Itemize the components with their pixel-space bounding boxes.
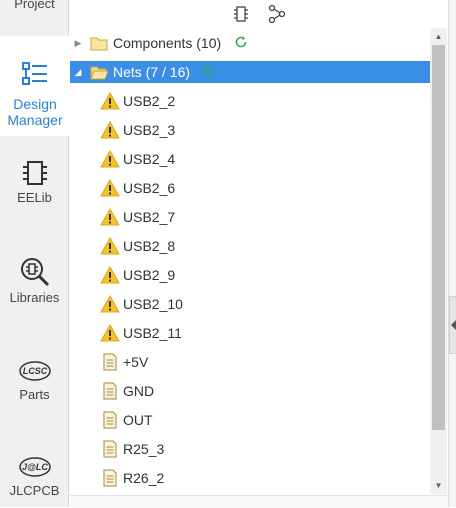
sidebar-item-libraries[interactable]: Libraries: [0, 250, 69, 310]
net-list-item[interactable]: USB2_8: [70, 235, 430, 257]
warning-icon: [100, 266, 120, 284]
tree-node-nets[interactable]: ◢ Nets (7 / 16): [70, 61, 430, 83]
net-list-item[interactable]: +5V: [70, 351, 430, 373]
open-folder-icon: [90, 66, 108, 80]
collapse-caret-icon[interactable]: ◢: [72, 61, 84, 83]
expand-caret-icon[interactable]: ▶: [72, 32, 84, 54]
sidebar-item-label: Project: [14, 0, 55, 11]
left-sidebar: Project Design Manager EELib Libraries L…: [0, 0, 71, 507]
net-item-label: R26_2: [123, 470, 165, 486]
net-item-label: USB2_6: [123, 180, 176, 196]
warning-icon: [100, 208, 120, 226]
scrollbar-thumb[interactable]: [432, 45, 445, 430]
net-item-label: USB2_2: [123, 93, 176, 109]
scroll-down-arrow-icon[interactable]: ▼: [430, 477, 447, 494]
warning-icon: [100, 179, 120, 197]
net-item-label: USB2_9: [123, 267, 176, 283]
jlc-icon: J@LC: [18, 457, 51, 477]
warning-icon: [100, 121, 120, 139]
net-list-item[interactable]: USB2_6: [70, 177, 430, 199]
net-list-item[interactable]: R25_3: [70, 438, 430, 460]
net-document-icon: [103, 382, 117, 400]
component-icon: [234, 6, 248, 22]
sidebar-item-label: Parts: [19, 387, 50, 402]
net-item-label: USB2_3: [123, 122, 176, 138]
refresh-icon[interactable]: [234, 35, 248, 49]
net-list-item[interactable]: USB2_4: [70, 148, 430, 170]
net-list-item[interactable]: OUT: [70, 409, 430, 431]
sidebar-item-label: Design Manager: [7, 96, 63, 128]
net-list-item[interactable]: USB2_7: [70, 206, 430, 228]
sidebar-item-jlcpcb[interactable]: J@LC JLCPCB: [0, 455, 69, 507]
net-item-label: GND: [123, 383, 155, 399]
component-filter-button[interactable]: [230, 3, 252, 25]
svg-text:J@LC: J@LC: [22, 462, 48, 472]
warning-icon: [100, 92, 120, 110]
net-icon: [268, 4, 286, 24]
net-document-icon: [103, 353, 117, 371]
collapse-panel-button[interactable]: [449, 296, 456, 354]
net-list-item[interactable]: USB2_10: [70, 293, 430, 315]
panel-toolbar: [70, 0, 450, 28]
sidebar-item-design-manager[interactable]: Design Manager: [0, 36, 71, 136]
net-list-item[interactable]: USB2_11: [70, 322, 430, 344]
net-list-item[interactable]: USB2_2: [70, 90, 430, 112]
net-item-label: USB2_7: [123, 209, 176, 225]
sidebar-item-label: JLCPCB: [9, 483, 60, 498]
net-item-label: OUT: [123, 412, 153, 428]
warning-icon: [100, 237, 120, 255]
tree-node-components[interactable]: ▶ Components (10): [70, 32, 430, 54]
warning-icon: [100, 150, 120, 168]
tree-node-label: Components (10): [113, 35, 222, 51]
sidebar-item-parts[interactable]: LCSC Parts: [0, 355, 69, 407]
lcsc-icon: LCSC: [18, 361, 51, 381]
net-list-item[interactable]: GND: [70, 380, 430, 402]
tree-node-label: Nets (7 / 16): [113, 64, 191, 80]
net-item-label: +5V: [123, 354, 149, 370]
net-list-item[interactable]: R26_2: [70, 467, 430, 489]
net-item-label: USB2_4: [123, 151, 176, 167]
sidebar-item-project[interactable]: Project: [0, 0, 69, 22]
warning-icon: [100, 324, 120, 342]
design-manager-icon: [22, 62, 47, 85]
collapse-arrow-icon: [451, 320, 456, 330]
refresh-icon[interactable]: [201, 64, 215, 78]
sidebar-item-label: EELib: [17, 190, 52, 205]
sidebar-item-eelib[interactable]: EELib: [0, 150, 69, 210]
tree-scrollbar[interactable]: ▲ ▼: [430, 28, 447, 494]
net-item-label: USB2_10: [123, 296, 183, 312]
net-document-icon: [103, 469, 117, 487]
warning-icon: [100, 295, 120, 313]
sidebar-item-label: Libraries: [9, 290, 60, 305]
net-document-icon: [103, 411, 117, 429]
net-filter-button[interactable]: [266, 3, 288, 25]
net-item-label: R25_3: [123, 441, 165, 457]
design-tree: ▶ Components (10) ◢ Nets (7 / 16) USB2_2…: [70, 28, 430, 494]
folder-icon: [90, 37, 108, 51]
library-search-icon: [20, 258, 49, 287]
svg-text:LCSC: LCSC: [22, 366, 47, 376]
net-item-label: USB2_11: [123, 325, 182, 341]
net-list-item[interactable]: USB2_3: [70, 119, 430, 141]
panel-bottom-bar: [70, 495, 448, 508]
panel-divider: [448, 0, 456, 507]
net-list-item[interactable]: USB2_9: [70, 264, 430, 286]
net-document-icon: [103, 440, 117, 458]
net-item-label: USB2_8: [123, 238, 176, 254]
scroll-up-arrow-icon[interactable]: ▲: [430, 28, 447, 45]
chip-icon: [22, 161, 47, 185]
